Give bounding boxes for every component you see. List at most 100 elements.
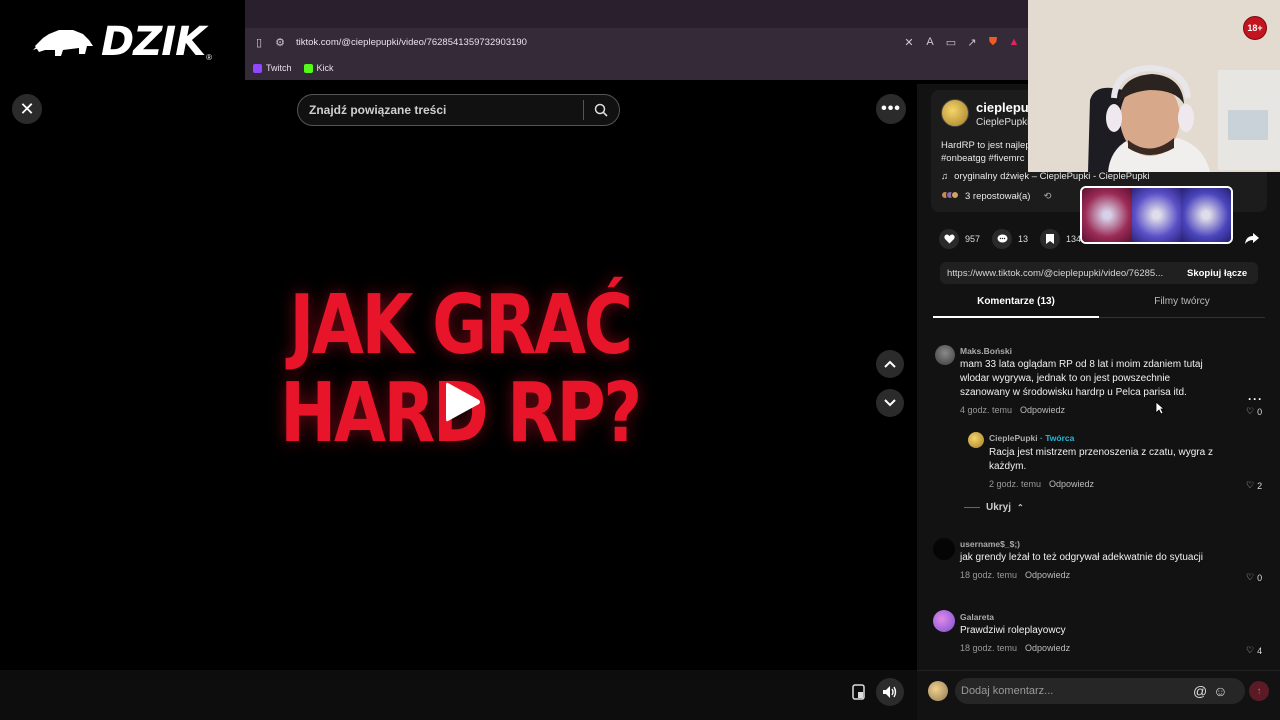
heart-icon (939, 229, 959, 249)
close-button[interactable]: ✕ (12, 94, 42, 124)
kick-icon (303, 63, 313, 73)
chevron-up-icon: ⌃ (1017, 503, 1024, 512)
avatar (928, 681, 948, 701)
copy-link-button[interactable]: Skopiuj łącze (1187, 268, 1247, 279)
bookmark-twitch[interactable]: Twitch (253, 63, 292, 73)
comment-like-button[interactable]: ♡ 2 (1246, 480, 1262, 491)
comment-like-button[interactable]: ♡ 0 (1246, 572, 1262, 583)
no-sound-icon[interactable]: ✕ (903, 36, 915, 49)
comment-like-button[interactable]: ♡ 4 (1246, 645, 1262, 656)
bookmark-icon[interactable]: ▯ (253, 36, 265, 49)
comment-username[interactable]: username$_$;) (960, 539, 1020, 549)
tab-comments[interactable]: Komentarze (13) (933, 296, 1099, 318)
share-url[interactable]: https://www.tiktok.com/@cieplepupki/vide… (947, 268, 1177, 279)
comment-more-icon[interactable]: ··· (1248, 392, 1263, 406)
comment-input-wrap[interactable]: @ ☺ (955, 678, 1245, 704)
comment-icon (992, 229, 1012, 249)
comment-text: Racja jest mistrzem przenoszenia z czatu… (989, 447, 1213, 472)
send-icon: ↑ (1256, 685, 1262, 697)
boar-logo-icon (33, 30, 93, 56)
stream-logo: DZIK ® (0, 0, 245, 84)
comment-input[interactable] (955, 685, 1185, 697)
search-icon[interactable] (584, 103, 618, 117)
save-button[interactable]: 134 (1040, 229, 1081, 249)
comment-text: Prawdziwi roleplayowcy (960, 625, 1066, 636)
comment-meta: 2 godz. temu Odpowiedz (989, 479, 1095, 489)
tab-creator-videos[interactable]: Filmy twórcy (1099, 296, 1265, 318)
site-info-icon[interactable]: ⚙ (274, 36, 286, 49)
previous-video-button[interactable] (876, 350, 904, 378)
avatar[interactable] (968, 432, 984, 448)
logo-text: DZIK (101, 19, 206, 65)
comment-username[interactable]: CieplePupki · Twórca (989, 433, 1074, 443)
avatar[interactable] (933, 610, 955, 632)
related-search[interactable] (297, 94, 620, 126)
reply-button[interactable]: Odpowiedz (1020, 405, 1065, 415)
heart-outline-icon: ♡ (1246, 480, 1255, 490)
emote-image (1131, 188, 1182, 242)
browser-address-bar[interactable]: ▯ ⚙ tiktok.com/@cieplepupki/video/762854… (245, 28, 1028, 56)
heart-outline-icon: ♡ (1246, 406, 1255, 416)
reply-button[interactable]: Odpowiedz (1025, 643, 1070, 653)
at-icon[interactable]: @ (1193, 683, 1207, 699)
hide-replies-button[interactable]: Ukryj ⌃ (964, 502, 1024, 513)
sound-link[interactable]: ♫ oryginalny dźwięk – CieplePupki - Ciep… (941, 171, 1150, 182)
comment-username[interactable]: Maks.Boński (960, 346, 1012, 356)
avatar[interactable] (933, 538, 955, 560)
more-icon: ••• (881, 100, 901, 117)
bookmarks-bar: Twitch Kick (245, 56, 1028, 80)
brave-rewards-icon[interactable]: ▲ (1008, 36, 1020, 48)
logo-registered: ® (206, 53, 212, 62)
emoji-icon[interactable]: ☺ (1213, 683, 1227, 699)
send-button[interactable]: ↑ (1249, 681, 1269, 701)
reposts-info[interactable]: 3 repostował(a) ⟲ (941, 191, 1051, 202)
volume-icon (883, 686, 897, 698)
bookmark-kick[interactable]: Kick (303, 63, 334, 73)
more-options-button[interactable]: ••• (876, 94, 906, 124)
video-description: HardRP to jest najlep (941, 140, 1031, 151)
repost-icon[interactable]: ⟲ (1043, 191, 1051, 202)
comment-like-button[interactable]: ♡ 0 (1246, 406, 1262, 417)
mouse-cursor-icon (1155, 401, 1165, 415)
chevron-down-icon (884, 399, 896, 407)
comment-meta: 4 godz. temu Odpowiedz (960, 405, 1066, 415)
translate-icon[interactable]: A (924, 36, 936, 48)
video-title-overlay: JAK GRAĆ HARD RP? (280, 278, 642, 461)
reply-button[interactable]: Odpowiedz (1025, 570, 1070, 580)
comment-button[interactable]: 13 (992, 229, 1028, 249)
heart-outline-icon: ♡ (1246, 645, 1255, 655)
avatar[interactable] (935, 345, 955, 365)
comment-count: 13 (1018, 234, 1029, 244)
share-icon[interactable] (1244, 230, 1260, 246)
browser-tabstrip (245, 0, 1028, 28)
next-video-button[interactable] (876, 389, 904, 417)
pip-icon[interactable] (849, 682, 869, 702)
reply-button[interactable]: Odpowiedz (1049, 479, 1094, 489)
comment-username[interactable]: Galareta (960, 612, 994, 622)
age-restriction-badge: 18+ (1243, 16, 1267, 40)
emote-image (1082, 188, 1132, 242)
share-link-box: https://www.tiktok.com/@cieplepupki/vide… (940, 262, 1258, 284)
save-count: 134 (1066, 234, 1082, 244)
like-count: 957 (965, 234, 981, 244)
like-button[interactable]: 957 (939, 229, 980, 249)
player-controls-bar (0, 670, 917, 720)
comment-text: jak grendy leżał to też odgrywał adekwat… (960, 552, 1203, 563)
search-input[interactable] (298, 103, 583, 117)
creator-tag: · Twórca (1037, 433, 1075, 443)
creator-handle[interactable]: CieplePupki (976, 117, 1029, 128)
emote-overlay (1080, 186, 1233, 244)
repost-avatars (941, 191, 959, 202)
play-icon[interactable] (444, 380, 482, 424)
url-field[interactable]: tiktok.com/@cieplepupki/video/7628541359… (296, 37, 894, 48)
avatar[interactable] (941, 99, 969, 127)
close-icon: ✕ (19, 98, 35, 119)
share-page-icon[interactable]: ↗ (966, 36, 978, 49)
cast-icon[interactable]: ▭ (945, 36, 957, 49)
twitch-icon (253, 63, 262, 73)
bookmark-icon (1040, 229, 1060, 249)
emote-image (1181, 188, 1231, 242)
video-hashtags[interactable]: #onbeatgg #fivemrc (941, 153, 1024, 164)
volume-button[interactable] (876, 678, 904, 706)
brave-shield-icon[interactable]: ⛊ (987, 36, 999, 48)
